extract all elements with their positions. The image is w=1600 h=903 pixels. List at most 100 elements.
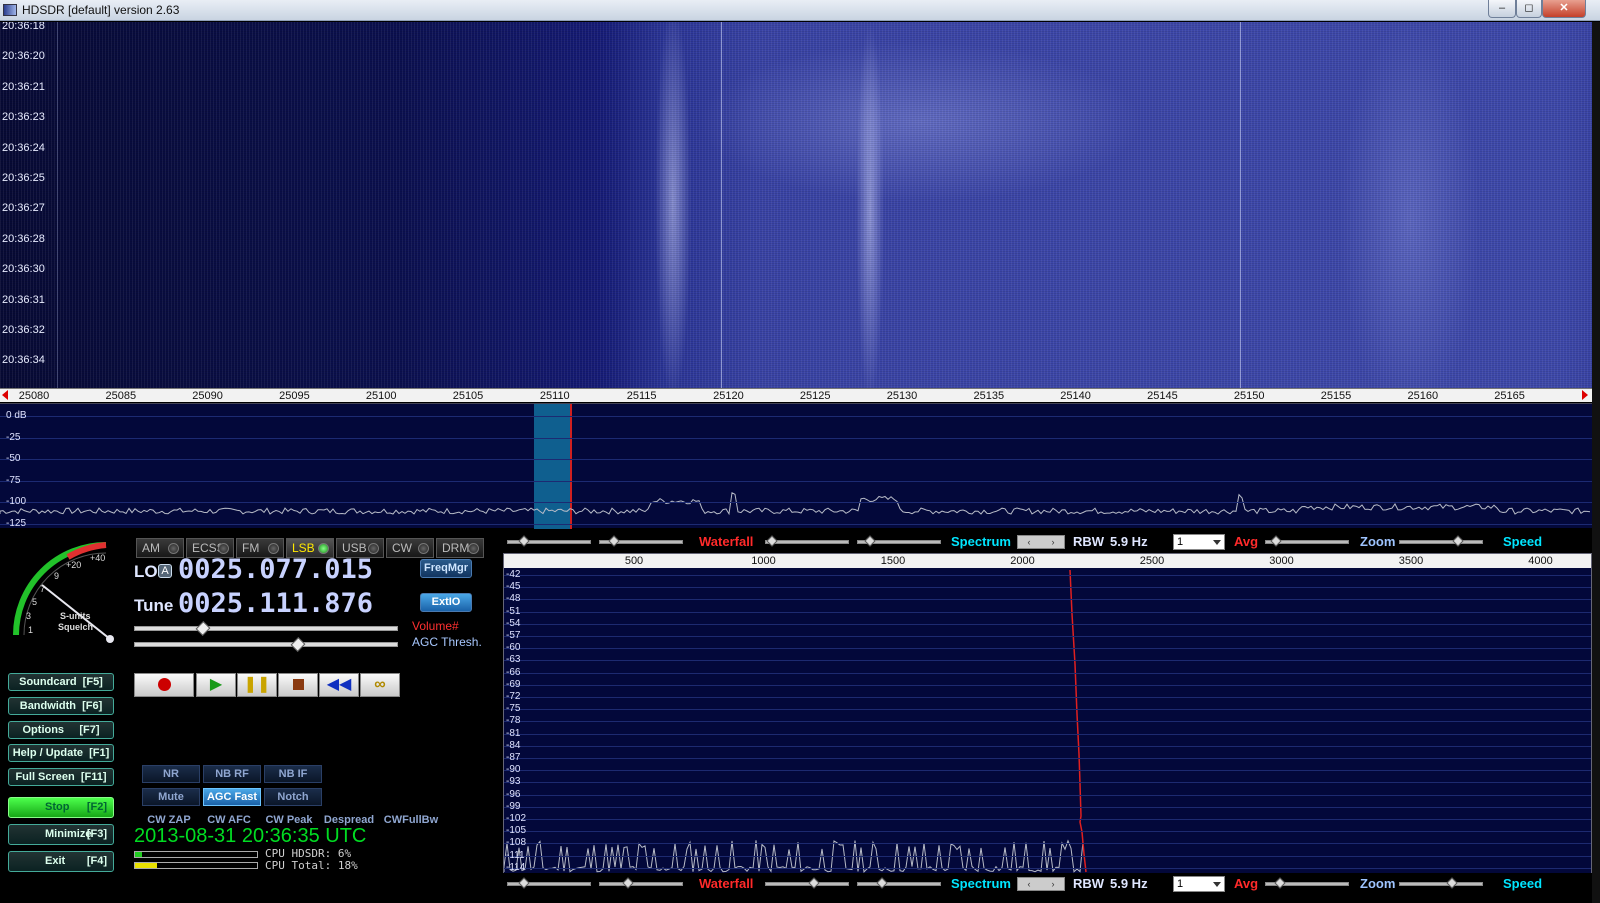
side-button-3[interactable]: Help / Update [F1] [8,744,114,762]
maximize-window-button[interactable]: ◻ [1516,0,1542,18]
slider-thumb[interactable] [1446,877,1458,889]
audio-grid-line [504,636,1591,637]
lo-lock-badge[interactable]: A [158,564,172,578]
mode-led-icon [168,543,179,554]
dsp-button-nb-rf[interactable]: NB RF [203,765,261,783]
minimize-window-button[interactable]: – [1488,0,1516,18]
freqmgr-button[interactable]: FreqMgr [420,559,472,578]
pause-button[interactable]: ❚❚ [237,673,277,697]
zoom-slider[interactable] [1265,877,1349,889]
zoom-slider[interactable] [1265,535,1349,547]
slider-thumb[interactable] [766,535,778,547]
stop-playback-button[interactable] [278,673,318,697]
side-button-0[interactable]: Soundcard [F5] [8,673,114,691]
agc-threshold-slider[interactable] [134,637,398,652]
volume-slider[interactable] [134,621,398,636]
speed-slider[interactable] [1399,877,1483,889]
slider-thumb[interactable] [864,535,876,547]
audio-db-label: -114 [506,861,526,873]
slider-thumb[interactable] [622,877,634,889]
rf-spectrum-display[interactable]: 0 dB -25 -50 -75 -100 -125 [0,403,1592,529]
dsp-button-agc-fast[interactable]: AGC Fast [203,788,261,806]
side-button-4[interactable]: Full Screen [F11] [8,768,114,786]
audio-grid-line [504,721,1591,723]
s-meter-scale-label: 5 [32,597,37,607]
frequency-axis[interactable]: 25080 25085 25090 25095 25100 25105 25110 25115… [0,388,1592,402]
rewind-button[interactable]: ◀◀ [319,673,359,697]
spectrum-contrast-slider[interactable] [765,877,849,889]
side-button-1[interactable]: Bandwidth [F6] [8,697,114,715]
dsp-button-mute[interactable]: Mute [142,788,200,806]
frequency-tick-label: 25125 [799,390,831,402]
avg-select[interactable]: 1 [1173,534,1225,550]
audio-db-label: -69 [506,678,521,690]
volume-slider-thumb[interactable] [195,621,211,636]
rbw-label: RBW [1073,534,1105,549]
waterfall-brightness-slider[interactable] [599,877,683,889]
tune-frequency[interactable]: 0025.111.876 [178,588,373,619]
loop-button[interactable]: ∞ [360,673,400,697]
play-button[interactable]: ▶ [196,673,236,697]
slider-thumb[interactable] [808,877,820,889]
lo-frequency[interactable]: 0025.077.015 [178,554,373,585]
frequency-tick-label: 25100 [365,390,397,402]
agc-threshold-slider-thumb[interactable] [290,637,306,652]
exit-button-label: Exit [45,855,66,867]
waterfall-time-label: 20:36:30 [2,263,45,276]
dsp-button-nb-if[interactable]: NB IF [264,765,322,783]
slider-thumb[interactable] [518,877,530,889]
waterfall-contrast-slider[interactable] [507,535,591,547]
slider-thumb[interactable] [1452,535,1464,547]
slider-thumb[interactable] [876,877,888,889]
speed-slider[interactable] [1399,535,1483,547]
dsp-button-notch[interactable]: Notch [264,788,322,806]
close-window-button[interactable]: ✕ [1542,0,1586,18]
slider-thumb[interactable] [1274,877,1286,889]
minimize-button[interactable]: Minimize [F3] [8,824,114,845]
mode-button-am[interactable]: AM [136,538,184,558]
rbw-value: 5.9 Hz [1110,534,1148,549]
slider-thumb[interactable] [608,535,620,547]
waterfall-contrast-slider[interactable] [507,877,591,889]
mode-button-label: AM [142,541,160,555]
frequency-tick-label: 25105 [452,390,484,402]
scroll-left-icon[interactable] [2,390,8,400]
audio-db-label: -90 [506,764,521,776]
avg-select[interactable]: 1 [1173,876,1225,892]
stop-button[interactable]: Stop [F2] [8,797,114,818]
speed-label: Speed [1503,876,1543,891]
audio-grid-line [504,782,1591,784]
dsp-button-nr[interactable]: NR [142,765,200,783]
dsp-button-cwfullbw[interactable]: CWFullBw [382,812,440,830]
frequency-tick-label: 25090 [192,390,223,402]
spectrum-contrast-slider[interactable] [765,535,849,547]
mode-button-cw[interactable]: CW [386,538,434,558]
mode-button-label: CW [392,541,412,555]
exit-button[interactable]: Exit [F4] [8,851,114,872]
scroll-right-icon[interactable] [1582,390,1588,400]
audio-db-label: -102 [506,813,527,824]
record-button[interactable] [134,673,194,697]
spectrum-brightness-slider[interactable] [857,877,941,889]
rbw-stepper[interactable]: ‹ › [1017,535,1065,549]
spectrum-grid-line [0,416,1592,417]
mode-button-drm[interactable]: DRM [436,538,484,558]
mode-button-label: FM [242,541,260,555]
spectrum-brightness-slider[interactable] [857,535,941,547]
frequency-tick-label: 25095 [279,390,310,402]
s-meter-scale-label: 1 [28,625,33,635]
rbw-stepper[interactable]: ‹ › [1017,877,1065,891]
audio-grid-line [504,831,1591,833]
slider-thumb[interactable] [1270,535,1282,547]
audio-spectrum-display[interactable]: 500 1000 1500 2000 2500 3000 3500 4000 -42 -45 -4… [503,553,1592,885]
waterfall-time-label: 20:36:20 [2,50,45,63]
frequency-tick-label: 25160 [1407,390,1439,402]
spectrum-grid-line [0,523,1592,525]
waterfall-time-label: 20:36:32 [2,324,45,336]
extio-button[interactable]: ExtIO [420,593,472,612]
slider-thumb[interactable] [518,535,530,547]
waterfall-display[interactable]: 20:36:18 20:36:20 20:36:21 20:36:23 20:36:24… [0,22,1592,388]
waterfall-marker-line [721,22,722,388]
side-button-2[interactable]: Options [F7] [8,721,114,739]
waterfall-brightness-slider[interactable] [599,535,683,547]
